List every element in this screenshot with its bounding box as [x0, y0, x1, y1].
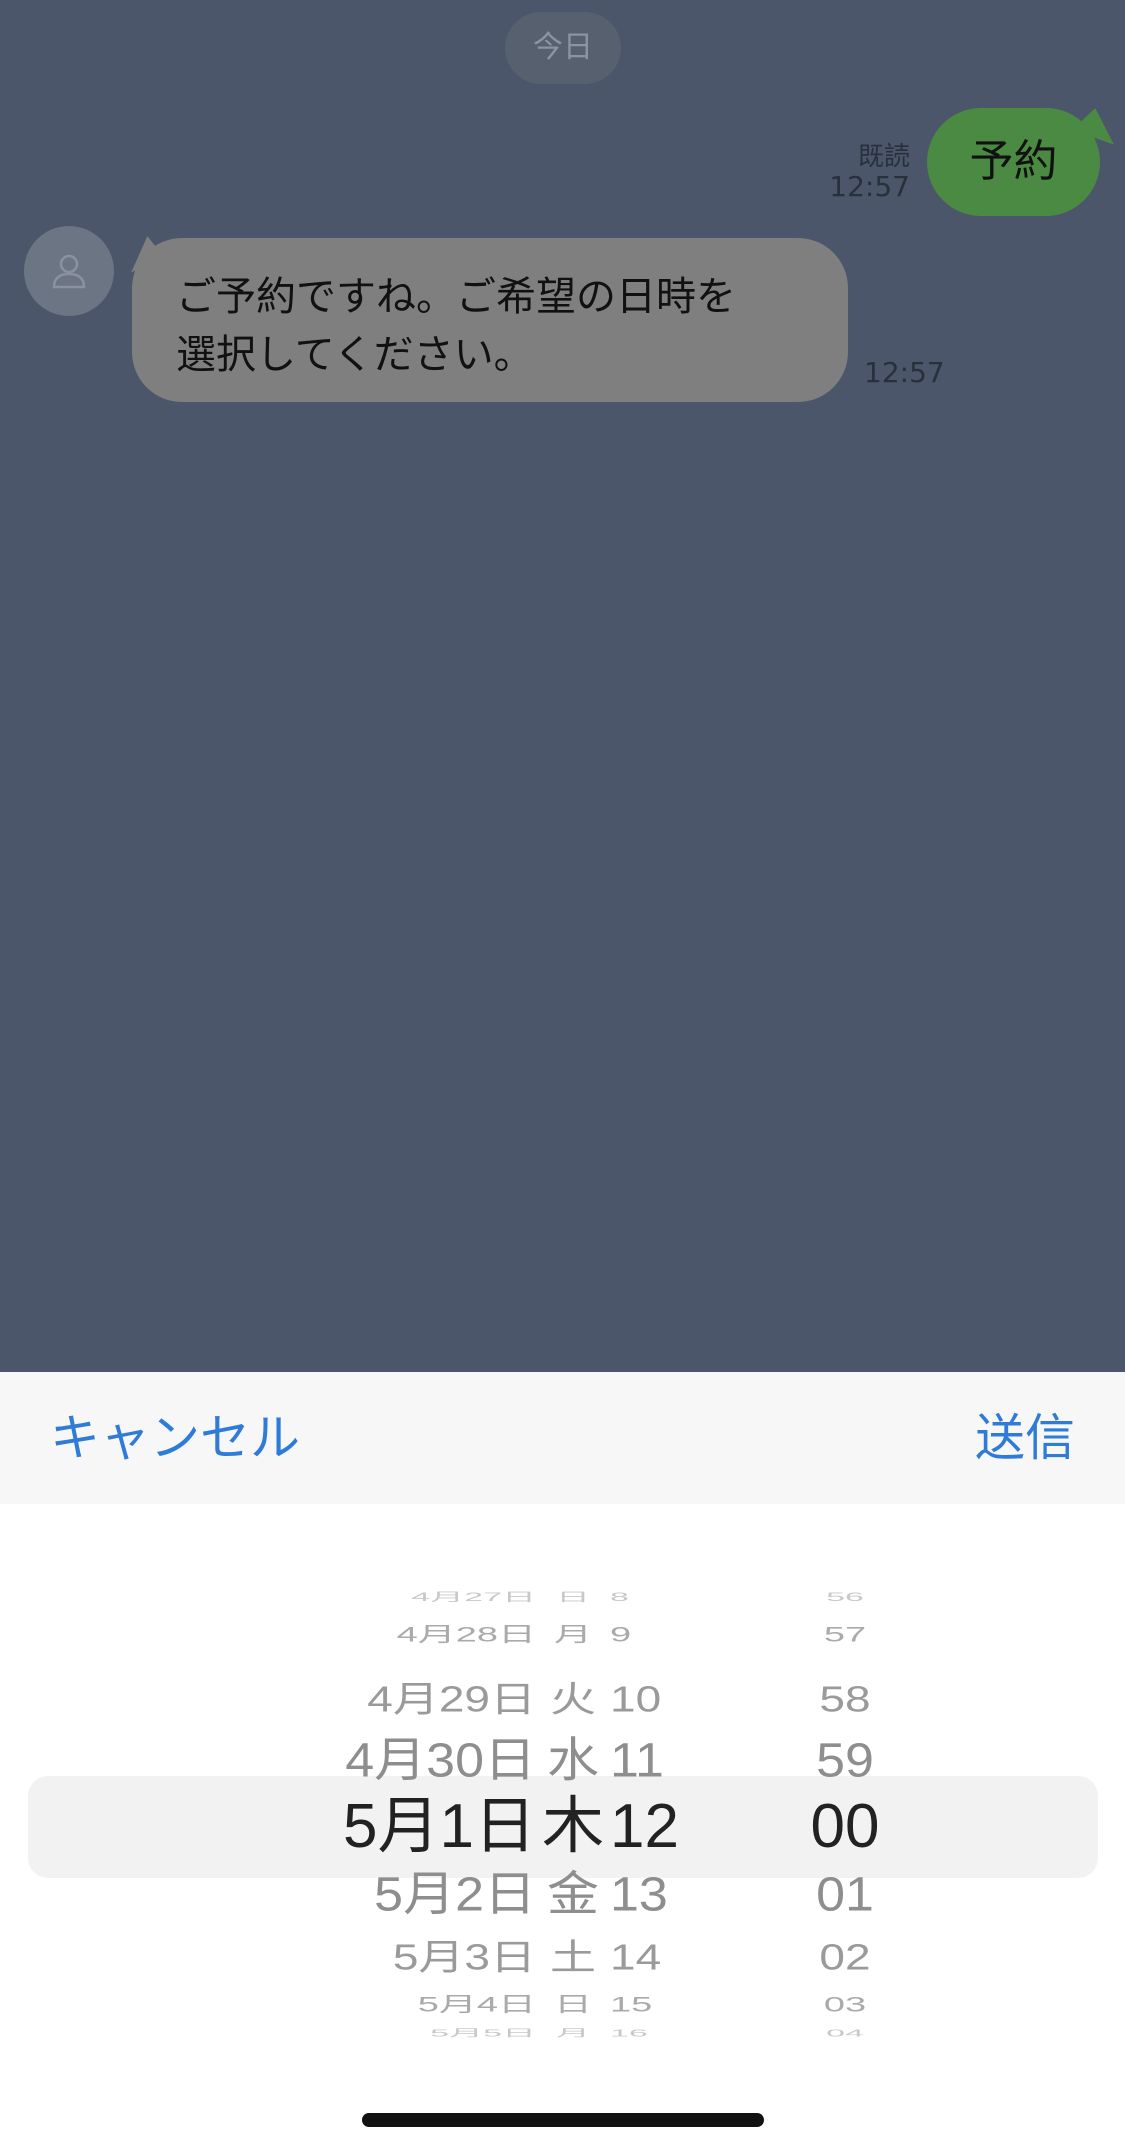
hour-option[interactable]: 14	[610, 1926, 720, 1988]
send-button[interactable]: 送信	[975, 1406, 1075, 1470]
incoming-message-bubble: ご予約ですね。ご希望の日時を 選択してください。	[132, 238, 848, 402]
cancel-button[interactable]: キャンセル	[50, 1406, 300, 1470]
user-icon	[52, 254, 86, 289]
weekday-wheel[interactable]: 日月火水木金土日月	[536, 1504, 610, 2094]
minute-option[interactable]: 02	[790, 1926, 900, 1988]
home-indicator	[362, 2113, 764, 2127]
hour-wheel[interactable]: 8 9 10 11 12 13 14 15 16	[610, 1504, 720, 2094]
date-wheel[interactable]: 4月27日 4月28日 4月29日 4月30日 5月1日 5月2日 5月3日 5月4日 5月5日	[270, 1504, 536, 2094]
minute-option[interactable]: 04	[790, 2021, 900, 2045]
date-option[interactable]: 4月29日	[270, 1668, 536, 1730]
weekday-option[interactable]: 金	[536, 1858, 610, 1932]
avatar[interactable]	[24, 226, 114, 316]
weekday-option[interactable]: 日	[536, 1583, 610, 1611]
weekday-option[interactable]: 月	[536, 1613, 610, 1657]
weekday-option[interactable]: 木	[536, 1787, 610, 1867]
date-option[interactable]: 4月27日	[270, 1583, 536, 1611]
date-option[interactable]: 5月3日	[270, 1926, 536, 1988]
outgoing-message-time: 12:57	[829, 170, 910, 203]
date-option[interactable]: 5月5日	[270, 2021, 536, 2045]
date-separator: 今日	[505, 12, 621, 84]
minute-option[interactable]: 58	[790, 1668, 900, 1730]
minute-option[interactable]: 00	[790, 1787, 900, 1867]
weekday-option[interactable]: 月	[536, 2021, 610, 2045]
chat-area: 今日 既読 12:57 予約 ご予約ですね。ご希望の日時を 選択してください。 1…	[0, 0, 1125, 1372]
minute-wheel[interactable]: 56 57 58 59 00 01 02 03 04	[790, 1504, 900, 2094]
date-time-picker[interactable]: 4月27日 4月28日 4月29日 4月30日 5月1日 5月2日 5月3日 5月4日 5月5日…	[0, 1504, 1125, 2152]
picker-toolbar: キャンセル 送信	[0, 1372, 1125, 1504]
hour-option[interactable]: 10	[610, 1668, 720, 1730]
hour-option[interactable]: 9	[610, 1613, 720, 1657]
hour-option[interactable]: 8	[610, 1583, 720, 1611]
outgoing-message-bubble: 予約	[927, 108, 1100, 216]
hour-option[interactable]: 13	[610, 1858, 720, 1932]
minute-option[interactable]: 56	[790, 1583, 900, 1611]
minute-option[interactable]: 57	[790, 1613, 900, 1657]
hour-option[interactable]: 16	[610, 2021, 720, 2045]
weekday-option[interactable]: 土	[536, 1926, 610, 1988]
date-option[interactable]: 5月2日	[270, 1858, 536, 1932]
hour-option[interactable]: 12	[610, 1787, 720, 1867]
incoming-message-time: 12:57	[864, 356, 945, 389]
date-option[interactable]: 5月1日	[270, 1787, 536, 1867]
weekday-option[interactable]: 火	[536, 1668, 610, 1730]
minute-option[interactable]: 01	[790, 1858, 900, 1932]
read-receipt: 既読	[857, 142, 910, 172]
date-option[interactable]: 4月28日	[270, 1613, 536, 1657]
